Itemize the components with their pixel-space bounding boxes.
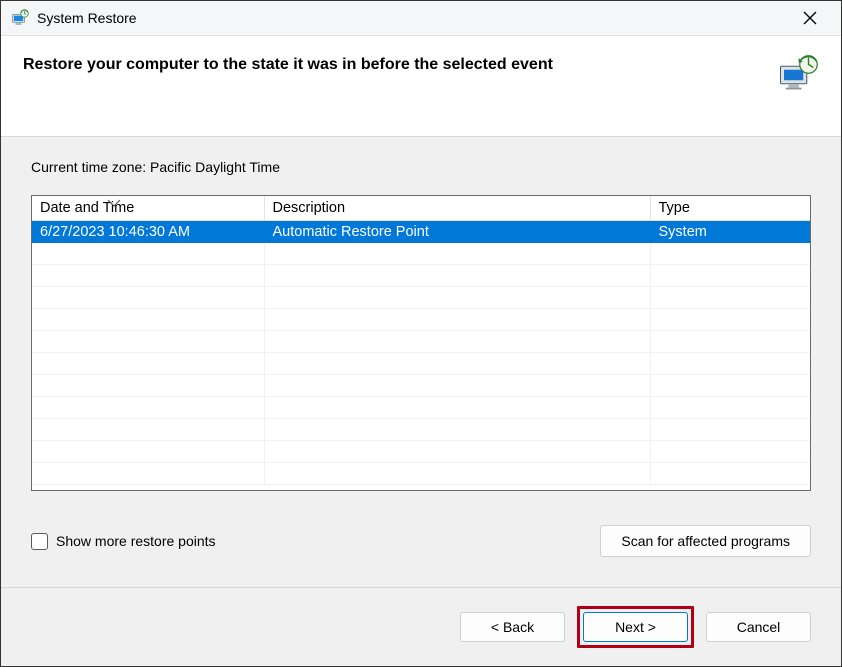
cancel-button[interactable]: Cancel bbox=[706, 612, 811, 642]
column-header-type[interactable]: Type bbox=[650, 196, 810, 221]
sort-descending-icon bbox=[107, 199, 121, 209]
table-row-empty bbox=[32, 397, 810, 419]
table-row-empty bbox=[32, 353, 810, 375]
close-button[interactable] bbox=[787, 3, 833, 33]
table-row-empty bbox=[32, 287, 810, 309]
table-row-empty bbox=[32, 331, 810, 353]
scan-affected-button[interactable]: Scan for affected programs bbox=[600, 525, 811, 557]
restore-points-grid[interactable]: Date and Time Description Type 6/27/2023… bbox=[31, 195, 811, 491]
titlebar: System Restore bbox=[1, 1, 841, 36]
column-header-description[interactable]: Description bbox=[264, 196, 650, 221]
timezone-label: Current time zone: Pacific Daylight Time bbox=[31, 159, 811, 175]
table-row-empty bbox=[32, 463, 810, 485]
system-restore-dialog: System Restore Restore your computer to … bbox=[0, 0, 842, 667]
table-row-empty bbox=[32, 419, 810, 441]
cell-date: 6/27/2023 10:46:30 AM bbox=[32, 221, 264, 243]
window-title: System Restore bbox=[37, 10, 787, 26]
show-more-label: Show more restore points bbox=[56, 533, 216, 549]
table-row-empty bbox=[32, 243, 810, 265]
next-button[interactable]: Next > bbox=[583, 612, 688, 642]
footer: < Back Next > Cancel bbox=[1, 587, 841, 666]
checkbox-icon bbox=[31, 533, 48, 550]
header-area: Restore your computer to the state it wa… bbox=[1, 36, 841, 137]
table-row-empty bbox=[32, 309, 810, 331]
table-row[interactable]: 6/27/2023 10:46:30 AMAutomatic Restore P… bbox=[32, 221, 810, 243]
under-grid-row: Show more restore points Scan for affect… bbox=[31, 525, 811, 557]
next-button-highlight: Next > bbox=[577, 606, 694, 648]
table-row-empty bbox=[32, 375, 810, 397]
cell-description: Automatic Restore Point bbox=[264, 221, 650, 243]
content-area: Current time zone: Pacific Daylight Time… bbox=[1, 137, 841, 587]
table-row-empty bbox=[32, 441, 810, 463]
page-heading: Restore your computer to the state it wa… bbox=[23, 54, 553, 74]
table-row-empty bbox=[32, 265, 810, 287]
system-restore-icon bbox=[11, 9, 29, 27]
close-icon bbox=[803, 11, 817, 25]
back-button[interactable]: < Back bbox=[460, 612, 565, 642]
cell-type: System bbox=[650, 221, 810, 243]
show-more-checkbox[interactable]: Show more restore points bbox=[31, 533, 216, 550]
column-header-date[interactable]: Date and Time bbox=[32, 196, 264, 221]
restore-illustration-icon bbox=[777, 54, 819, 96]
